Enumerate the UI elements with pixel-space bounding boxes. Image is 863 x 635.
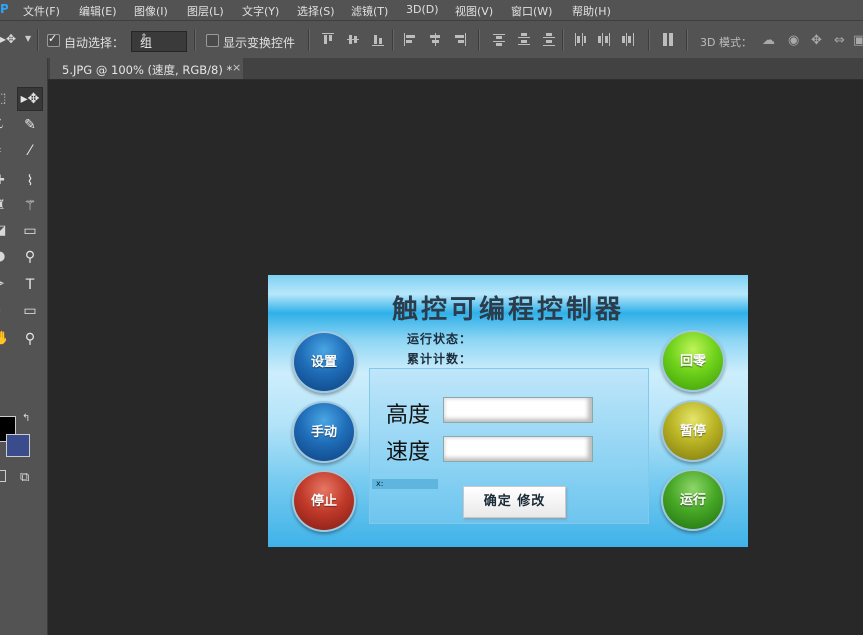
- marquee-tool-icon[interactable]: ⬚: [0, 88, 6, 110]
- blur-tool-icon[interactable]: ●: [0, 246, 6, 268]
- 3d-slide-icon[interactable]: ⇔: [834, 33, 845, 48]
- background-color-swatch[interactable]: [6, 434, 30, 457]
- document-tab-bar: 5.JPG @ 100% (速度, RGB/8) * ×: [48, 58, 863, 80]
- divider: [194, 29, 196, 51]
- auto-select-label: 自动选择：: [64, 36, 125, 50]
- run-status-label: 运行状态：: [407, 332, 473, 346]
- menu-type[interactable]: 文字(Y): [242, 3, 279, 19]
- auto-align-layers-icon[interactable]: [662, 33, 674, 46]
- divider: [308, 29, 310, 51]
- quick-selection-tool-icon[interactable]: ✎: [18, 114, 42, 136]
- coordinate-label: x:: [376, 479, 384, 488]
- show-transform-checkbox[interactable]: [206, 34, 219, 47]
- run-button[interactable]: 运行: [661, 469, 725, 531]
- align-hcenter-icon[interactable]: [429, 33, 441, 46]
- menu-help[interactable]: 帮助(H): [572, 3, 611, 19]
- clone-stamp-tool-icon[interactable]: ♜: [0, 195, 6, 217]
- hmi-title: 触控可编程控制器: [391, 295, 624, 325]
- speed-label: 速度: [386, 440, 431, 465]
- eyedropper-tool-icon[interactable]: ⁄: [18, 140, 42, 162]
- stop-button[interactable]: 停止: [292, 470, 356, 532]
- history-brush-tool-icon[interactable]: ⚚: [18, 195, 42, 217]
- auto-select-checkbox[interactable]: [47, 32, 60, 47]
- 3d-orbit-icon[interactable]: ☁: [762, 33, 775, 48]
- healing-brush-tool-icon[interactable]: ✚: [0, 170, 6, 192]
- divider: [478, 29, 480, 51]
- coordinate-readout: x:: [372, 479, 438, 489]
- swap-colors-icon[interactable]: ↰: [22, 413, 30, 424]
- photoshop-logo[interactable]: Ps: [0, 2, 8, 16]
- hand-tool-icon[interactable]: ✋: [0, 328, 6, 350]
- divider: [686, 29, 688, 51]
- 3d-mode-label: 3D 模式：: [700, 36, 752, 49]
- gradient-tool-icon[interactable]: ▭: [18, 220, 42, 242]
- align-bottom-icon[interactable]: [372, 33, 384, 46]
- distribute-bottom-icon[interactable]: [543, 33, 555, 46]
- lasso-tool-icon[interactable]: ℒ: [0, 114, 6, 136]
- count-label: 累计计数：: [407, 352, 473, 366]
- document-tab[interactable]: 5.JPG @ 100% (速度, RGB/8) * ×: [50, 58, 243, 79]
- menu-bar: Ps 文件(F) 编辑(E) 图像(I) 图层(L) 文字(Y) 选择(S) 滤…: [0, 0, 863, 20]
- distribute-left-icon[interactable]: [574, 33, 586, 46]
- menu-edit[interactable]: 编辑(E): [79, 3, 117, 19]
- menu-layer[interactable]: 图层(L): [187, 3, 224, 19]
- eraser-tool-icon[interactable]: ◪: [0, 220, 6, 242]
- 3d-scale-icon[interactable]: ▣: [853, 33, 863, 48]
- dodge-tool-icon[interactable]: ⚲: [18, 246, 42, 268]
- divider: [392, 29, 394, 51]
- home-button[interactable]: 回零: [661, 330, 725, 392]
- menu-select[interactable]: 选择(S): [297, 3, 335, 19]
- settings-button[interactable]: 设置: [292, 331, 356, 393]
- tools-panel: ⬚ ▸✥ ℒ ✎ ⌗ ⁄ ✚ ⌇ ♜ ⚚ ◪ ▭ ● ⚲ ✒ T ▸ ▭ ✋ ⚲…: [0, 58, 48, 635]
- options-bar: ▸✥ ▼ 自动选择： 组 ⇕ 显示变换控件 3D 模式： ☁ ◉ ✥ ⇔ ▣: [0, 20, 863, 60]
- confirm-modify-button[interactable]: 确定 修改: [463, 486, 566, 518]
- document-tab-title: 5.JPG @ 100% (速度, RGB/8) *: [62, 63, 233, 77]
- crop-tool-icon[interactable]: ⌗: [0, 140, 6, 162]
- menu-image[interactable]: 图像(I): [134, 3, 168, 19]
- brush-tool-icon[interactable]: ⌇: [18, 170, 42, 192]
- tool-preset-chevron-icon[interactable]: ▼: [25, 34, 31, 43]
- distribute-vcenter-icon[interactable]: [518, 33, 530, 46]
- updown-arrows-icon: ⇕: [140, 33, 148, 43]
- menu-filter[interactable]: 滤镜(T): [351, 3, 388, 19]
- close-tab-icon[interactable]: ×: [232, 61, 241, 74]
- align-right-icon[interactable]: [454, 33, 466, 46]
- parameter-box: 高度 速度 x: 确定 修改: [369, 368, 649, 524]
- screen-mode-icon[interactable]: ⧉: [20, 470, 29, 485]
- distribute-right-icon[interactable]: [622, 33, 634, 46]
- 3d-pan-icon[interactable]: ✥: [811, 33, 822, 48]
- pen-tool-icon[interactable]: ✒: [0, 274, 6, 296]
- speed-input[interactable]: [443, 436, 593, 462]
- auto-select-dropdown[interactable]: 组 ⇕: [131, 31, 187, 52]
- height-input[interactable]: [443, 397, 593, 423]
- divider: [562, 29, 564, 51]
- align-top-icon[interactable]: [322, 33, 334, 46]
- height-label: 高度: [386, 403, 431, 428]
- quick-mask-icon[interactable]: [0, 470, 6, 482]
- distribute-top-icon[interactable]: [493, 33, 505, 46]
- divider: [37, 29, 39, 51]
- menu-file[interactable]: 文件(F): [23, 3, 60, 19]
- zoom-tool-icon[interactable]: ⚲: [18, 328, 42, 350]
- menu-window[interactable]: 窗口(W): [511, 3, 552, 19]
- distribute-hcenter-icon[interactable]: [598, 33, 610, 46]
- move-tool-button[interactable]: ▸✥: [17, 87, 43, 111]
- path-selection-tool-icon[interactable]: ▸: [0, 300, 6, 322]
- menu-3d[interactable]: 3D(D): [406, 3, 439, 16]
- align-left-icon[interactable]: [404, 33, 416, 46]
- show-transform-label: 显示变换控件: [223, 36, 296, 50]
- divider: [648, 29, 650, 51]
- menu-view[interactable]: 视图(V): [455, 3, 493, 19]
- hmi-panel-image: 触控可编程控制器 运行状态： 累计计数： 设置 手动 停止 回零 暂停 运行 高…: [268, 275, 748, 547]
- 3d-roll-icon[interactable]: ◉: [788, 33, 799, 48]
- manual-button[interactable]: 手动: [292, 401, 356, 463]
- type-tool-icon[interactable]: T: [18, 274, 42, 296]
- rectangle-tool-icon[interactable]: ▭: [18, 300, 42, 322]
- move-tool-icon[interactable]: ▸✥: [0, 32, 16, 46]
- align-vcenter-icon[interactable]: [347, 33, 359, 46]
- pause-button[interactable]: 暂停: [661, 400, 725, 462]
